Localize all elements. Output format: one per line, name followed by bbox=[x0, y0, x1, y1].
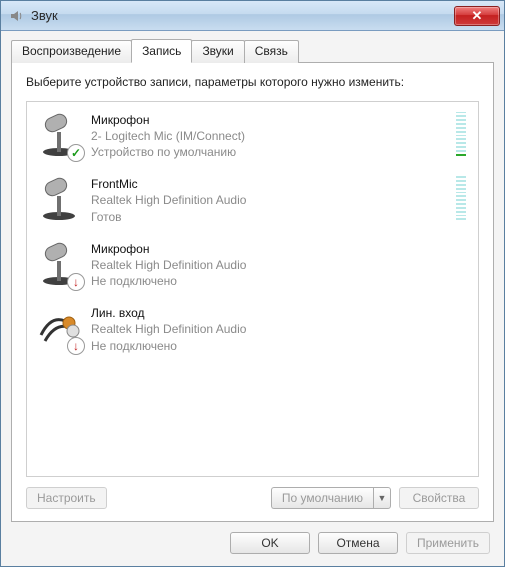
device-name: Микрофон bbox=[91, 241, 470, 257]
device-subline: Realtek High Definition Audio bbox=[91, 321, 470, 337]
device-name: Микрофон bbox=[91, 112, 448, 128]
close-button[interactable]: ✕ bbox=[454, 6, 500, 26]
tab-panel-recording: Выберите устройство записи, параметры ко… bbox=[11, 62, 494, 522]
device-subline: Realtek High Definition Audio bbox=[91, 192, 448, 208]
configure-button[interactable]: Настроить bbox=[26, 487, 107, 509]
device-info: Лин. входRealtek High Definition AudioНе… bbox=[91, 305, 470, 354]
cancel-button[interactable]: Отмена bbox=[318, 532, 398, 554]
microphone-icon: ↓ bbox=[35, 241, 83, 289]
device-subline: Realtek High Definition Audio bbox=[91, 257, 470, 273]
tab-sounds[interactable]: Звуки bbox=[191, 40, 244, 63]
client-area: Воспроизведение Запись Звуки Связь Выбер… bbox=[1, 31, 504, 566]
dialog-button-row: OK Отмена Применить bbox=[11, 522, 494, 556]
microphone-icon: ✓ bbox=[35, 112, 83, 160]
speaker-icon bbox=[9, 8, 25, 24]
check-icon: ✓ bbox=[67, 144, 85, 162]
properties-button[interactable]: Свойства bbox=[399, 487, 479, 509]
device-item[interactable]: ✓ Микрофон2- Logitech Mic (IM/Connect)Уст… bbox=[31, 106, 474, 171]
device-item[interactable]: ↓Лин. входRealtek High Definition AudioН… bbox=[31, 299, 474, 364]
instruction-text: Выберите устройство записи, параметры ко… bbox=[26, 75, 479, 91]
tablist: Воспроизведение Запись Звуки Связь bbox=[11, 40, 494, 63]
level-meter bbox=[456, 112, 466, 156]
set-default-split-button[interactable]: По умолчанию ▼ bbox=[271, 487, 391, 509]
panel-button-row: Настроить По умолчанию ▼ Свойства bbox=[26, 487, 479, 509]
tab-recording[interactable]: Запись bbox=[131, 39, 192, 63]
microphone-icon bbox=[35, 176, 83, 224]
apply-button[interactable]: Применить bbox=[406, 532, 490, 554]
device-info: FrontMicRealtek High Definition AudioГот… bbox=[91, 176, 448, 225]
device-item[interactable]: ↓ МикрофонRealtek High Definition AudioНе… bbox=[31, 235, 474, 300]
close-icon: ✕ bbox=[472, 8, 483, 24]
ok-button[interactable]: OK bbox=[230, 532, 310, 554]
set-default-dropdown[interactable]: ▼ bbox=[373, 487, 391, 509]
device-info: МикрофонRealtek High Definition AudioНе … bbox=[91, 241, 470, 290]
set-default-label: По умолчанию bbox=[271, 487, 373, 509]
sound-dialog: Звук ✕ Воспроизведение Запись Звуки Связ… bbox=[0, 0, 505, 567]
device-status: Не подключено bbox=[91, 338, 470, 354]
tab-communications[interactable]: Связь bbox=[244, 40, 299, 63]
arrow-down-icon: ↓ bbox=[67, 273, 85, 291]
device-status: Не подключено bbox=[91, 273, 470, 289]
titlebar[interactable]: Звук ✕ bbox=[1, 1, 504, 31]
level-meter bbox=[456, 176, 466, 220]
tab-playback[interactable]: Воспроизведение bbox=[11, 40, 132, 63]
device-list[interactable]: ✓Микрофон2- Logitech Mic (IM/Connect)Уст… bbox=[26, 101, 479, 477]
device-status: Устройство по умолчанию bbox=[91, 144, 448, 160]
device-subline: 2- Logitech Mic (IM/Connect) bbox=[91, 128, 448, 144]
device-info: Микрофон2- Logitech Mic (IM/Connect)Устр… bbox=[91, 112, 448, 161]
device-name: Лин. вход bbox=[91, 305, 470, 321]
device-name: FrontMic bbox=[91, 176, 448, 192]
line-in-icon: ↓ bbox=[35, 305, 83, 353]
device-status: Готов bbox=[91, 209, 448, 225]
window-title: Звук bbox=[31, 8, 454, 23]
device-item[interactable]: FrontMicRealtek High Definition AudioГот… bbox=[31, 170, 474, 235]
